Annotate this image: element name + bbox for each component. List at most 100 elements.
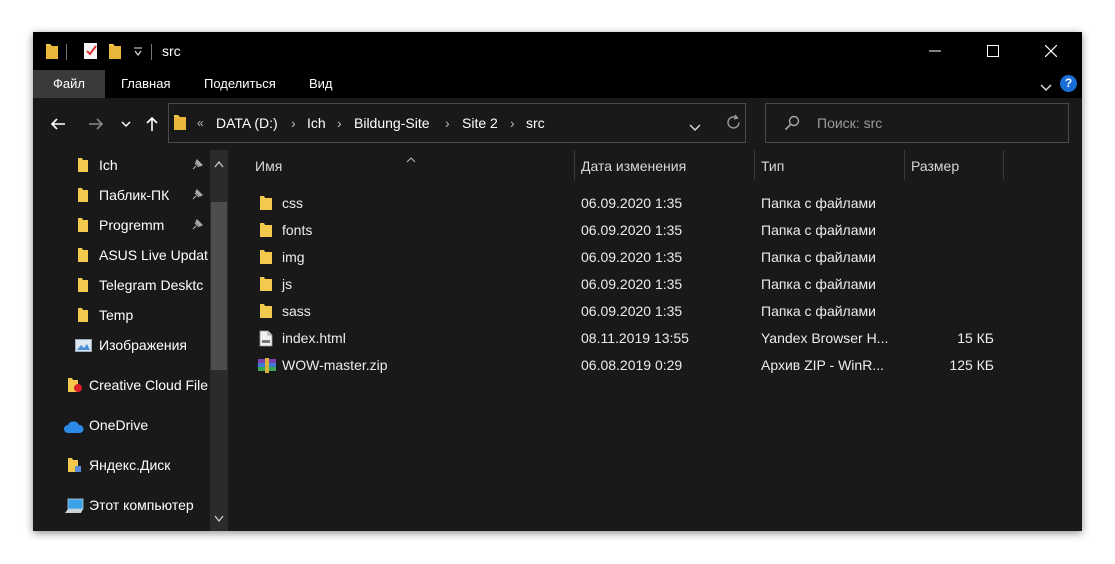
up-button[interactable] [143,112,161,136]
file-row-wow-master-zip[interactable]: WOW-master.zip 06.08.2019 0:29 Архив ZIP… [231,352,1082,379]
file-type: Папка с файлами [761,222,876,238]
file-modified: 06.09.2020 1:35 [581,195,683,211]
folder-icon [77,217,89,236]
file-list: Имя Дата изменения Тип Размер css 06.09.… [231,150,1082,531]
sidebar-item-label: Яндекс.Диск [89,457,171,473]
column-divider[interactable] [754,150,755,180]
file-row-css[interactable]: css 06.09.2020 1:35 Папка с файлами [231,190,1082,217]
pin-icon[interactable] [191,158,204,174]
folder-icon [259,222,273,241]
sort-ascending-icon [406,150,416,166]
breadcrumb-separator[interactable]: › [337,104,342,142]
sidebar-item-label: OneDrive [89,417,149,433]
file-modified: 06.09.2020 1:35 [581,276,683,292]
file-type: Папка с файлами [761,195,876,211]
file-name: js [282,276,293,292]
search-icon [784,115,800,134]
breadcrumb-separator[interactable]: › [445,104,450,142]
sidebar-item-progremm[interactable]: Progremm [33,211,231,239]
search-input[interactable]: Поиск: src [765,103,1069,143]
refresh-icon[interactable] [725,114,742,134]
folder-icon [259,249,273,268]
customize-toolbar-dropdown-icon[interactable] [133,45,143,61]
new-folder-icon[interactable] [108,42,122,63]
ribbon-tabs: Файл Главная Поделиться Вид ? [33,70,1082,98]
address-bar[interactable]: « DATA (D:) › Ich › Bildung-Site › Site … [168,103,746,143]
back-button[interactable] [47,112,69,136]
sidebar-item-ich[interactable]: Ich [33,151,231,179]
breadcrumb-src[interactable]: src [526,104,545,142]
column-divider[interactable] [574,150,575,180]
folder-icon [77,187,89,206]
sidebar-item-telegram-desktop[interactable]: Telegram Desktc [33,271,231,299]
maximize-button[interactable] [964,32,1022,70]
recent-locations-chevron-icon[interactable] [119,112,133,136]
file-name: fonts [282,222,313,238]
scrollbar-thumb[interactable] [211,202,227,370]
file-name: index.html [282,330,346,346]
file-type: Папка с файлами [761,303,876,319]
minimize-button[interactable] [906,32,964,70]
navigation-pane-scrollbar[interactable] [210,150,228,531]
column-header-type[interactable]: Тип [761,150,784,186]
tab-home[interactable]: Главная [109,70,182,98]
sidebar-item-pictures[interactable]: Изображения [33,331,231,359]
forward-button[interactable] [85,112,107,136]
file-row-sass[interactable]: sass 06.09.2020 1:35 Папка с файлами [231,298,1082,325]
file-type: Архив ZIP - WinR... [761,357,884,373]
sidebar-item-label: Telegram Desktc [99,277,204,293]
sidebar-item-temp[interactable]: Temp [33,301,231,329]
sidebar-item-onedrive[interactable]: OneDrive [33,411,231,439]
scroll-up-chevron-icon[interactable] [214,155,224,171]
toolbar-divider [66,44,67,60]
creative-cloud-folder-icon [67,377,83,396]
pin-icon[interactable] [191,218,204,234]
sidebar-item-asus-live-update[interactable]: ASUS Live Updat [33,241,231,269]
address-overflow-icon[interactable]: « [197,104,204,142]
expand-ribbon-chevron-icon[interactable] [1040,79,1052,95]
column-divider[interactable] [904,150,905,180]
sidebar-item-this-pc[interactable]: Этот компьютер [33,491,231,519]
folder-icon [173,113,187,134]
breadcrumb-separator[interactable]: › [291,104,296,142]
sidebar-item-yandex-disk[interactable]: Яндекс.Диск [33,451,231,479]
file-name: css [282,195,303,211]
file-row-js[interactable]: js 06.09.2020 1:35 Папка с файлами [231,271,1082,298]
file-name: img [282,249,305,265]
sidebar-item-creative-cloud-files[interactable]: Creative Cloud File [33,371,231,399]
file-size: 125 КБ [949,357,994,373]
close-button[interactable] [1022,32,1080,70]
properties-icon[interactable] [83,42,99,63]
sidebar-item-pablik-pk[interactable]: Паблик-ПК [33,181,231,209]
address-history-chevron-icon[interactable] [689,119,701,135]
breadcrumb-site-2[interactable]: Site 2 [462,104,498,142]
file-row-img[interactable]: img 06.09.2020 1:35 Папка с файлами [231,244,1082,271]
column-header-name[interactable]: Имя [255,150,282,186]
scroll-down-chevron-icon[interactable] [214,509,224,525]
column-header-size[interactable]: Размер [911,150,959,186]
tab-file[interactable]: Файл [33,70,105,98]
title-divider [151,44,152,60]
title-bar: src [33,32,1082,70]
winrar-archive-icon [257,357,277,377]
breadcrumb-bildung-site[interactable]: Bildung-Site [354,104,430,142]
file-modified: 06.09.2020 1:35 [581,249,683,265]
column-header-modified[interactable]: Дата изменения [581,150,686,186]
help-button[interactable]: ? [1060,75,1077,92]
pin-icon[interactable] [191,188,204,204]
file-row-fonts[interactable]: fonts 06.09.2020 1:35 Папка с файлами [231,217,1082,244]
breadcrumb-data-drive[interactable]: DATA (D:) [216,104,278,142]
folder-icon [45,42,59,63]
folder-icon [77,247,89,266]
breadcrumb-separator[interactable]: › [510,104,515,142]
computer-icon [64,498,84,517]
folder-icon [259,303,273,322]
folder-icon [77,307,89,326]
file-explorer-window: src Файл Главная Поделиться Вид ? « DATA… [33,32,1082,531]
breadcrumb-ich[interactable]: Ich [307,104,326,142]
tab-share[interactable]: Поделиться [192,70,288,98]
folder-icon [259,276,273,295]
column-divider[interactable] [1003,150,1004,180]
file-row-index-html[interactable]: index.html 08.11.2019 13:55 Yandex Brows… [231,325,1082,352]
tab-view[interactable]: Вид [297,70,345,98]
